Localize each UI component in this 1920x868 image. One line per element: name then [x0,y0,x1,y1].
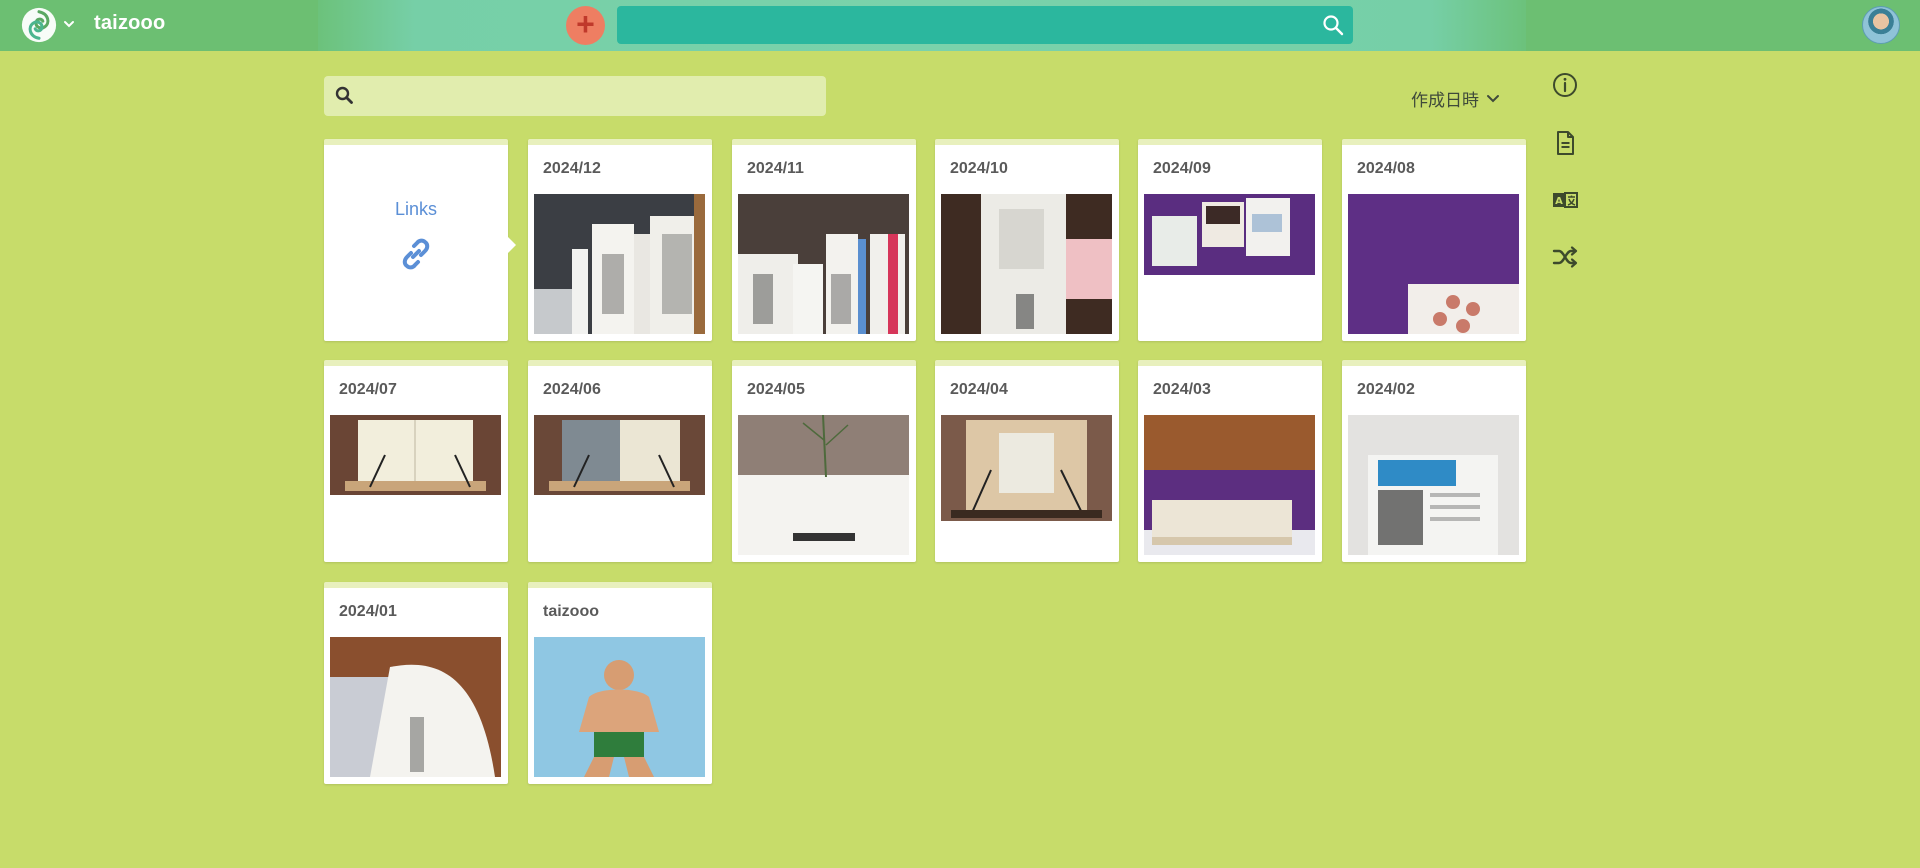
plus-icon: + [576,6,595,42]
info-icon[interactable] [1551,71,1579,99]
card-thumbnail [330,637,501,777]
card-title: 2024/12 [543,160,601,177]
global-search-input[interactable] [617,6,1353,44]
links-label: Links [394,199,438,219]
chevron-down-icon[interactable] [63,18,75,30]
card-title: 2024/02 [1357,381,1415,398]
card-title: 2024/04 [950,381,1008,398]
album-card-2024-11[interactable]: 2024/11 [732,139,916,341]
album-card-2024-05[interactable]: 2024/05 [732,360,916,562]
app-logo-icon[interactable] [20,6,58,44]
chevron-down-icon [1487,94,1499,102]
card-thumbnail [1144,194,1315,275]
brand-name[interactable]: taizooo [94,12,165,35]
search-icon [335,86,353,104]
card-title: 2024/03 [1153,381,1211,398]
card-title: 2024/10 [950,160,1008,177]
card-thumbnail [534,637,705,777]
card-thumbnail [941,194,1112,334]
add-button[interactable]: + [566,6,605,45]
card-title: 2024/01 [339,603,397,620]
document-icon[interactable] [1551,129,1579,157]
album-card-2024-01[interactable]: 2024/01 [324,582,508,784]
card-title: 2024/09 [1153,160,1211,177]
shuffle-icon[interactable] [1551,243,1579,271]
svg-text:A: A [1555,196,1563,207]
card-thumbnail [1348,415,1519,555]
card-thumbnail [738,415,909,555]
card-thumbnail [330,415,501,495]
album-card-2024-03[interactable]: 2024/03 [1138,360,1322,562]
sort-label: 作成日時 [1411,91,1479,110]
translate-icon[interactable]: A [1551,186,1579,214]
link-icon [402,238,430,270]
card-title: 2024/08 [1357,160,1415,177]
card-thumbnail [1144,415,1315,555]
links-card[interactable]: Links [324,139,516,341]
album-card-2024-09[interactable]: 2024/09 [1138,139,1322,341]
album-card-2024-02[interactable]: 2024/02 [1342,360,1526,562]
card-title: taizooo [543,603,599,620]
user-avatar[interactable] [1862,6,1900,44]
card-thumbnail [941,415,1112,521]
card-pointer [508,237,516,253]
card-title: 2024/11 [747,160,804,177]
card-thumbnail [1348,194,1519,334]
card-title: 2024/06 [543,381,601,398]
card-thumbnail [534,194,705,334]
card-thumbnail [534,415,705,495]
card-title: 2024/07 [339,381,397,398]
filter-input[interactable] [360,78,820,114]
card-thumbnail [738,194,909,334]
album-card-2024-12[interactable]: 2024/12 [528,139,712,341]
album-card-2024-07[interactable]: 2024/07 [324,360,508,562]
sort-dropdown[interactable]: 作成日時 [1411,86,1501,111]
album-card-2024-08[interactable]: 2024/08 [1342,139,1526,341]
card-title: 2024/05 [747,381,805,398]
album-card-2024-10[interactable]: 2024/10 [935,139,1119,341]
album-card-taizooo[interactable]: taizooo [528,582,712,784]
album-card-2024-06[interactable]: 2024/06 [528,360,712,562]
album-card-2024-04[interactable]: 2024/04 [935,360,1119,562]
search-icon[interactable] [1321,13,1345,37]
